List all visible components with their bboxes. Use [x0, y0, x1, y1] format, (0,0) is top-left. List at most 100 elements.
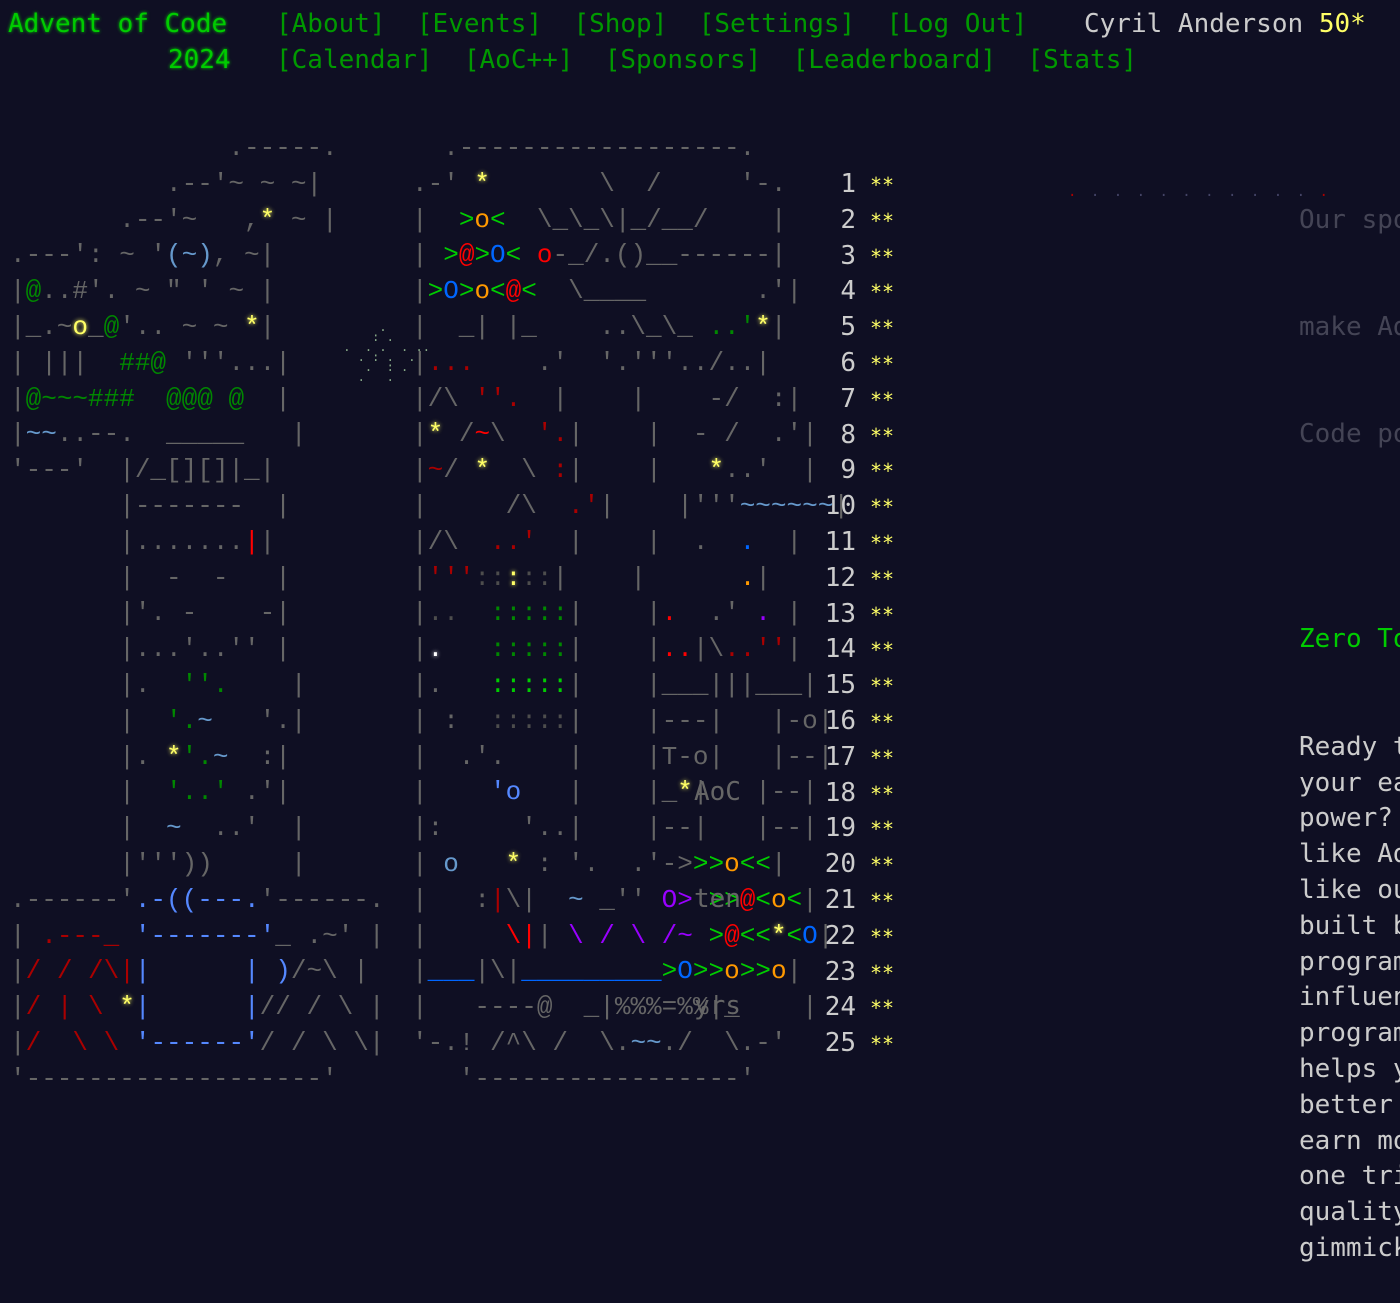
sponsor-intro-1: Our spo — [1299, 204, 1400, 235]
day-number: 3 — [840, 240, 856, 271]
day-stars: ** — [870, 459, 895, 484]
box-line-yrs: yrs — [694, 991, 741, 1022]
day-number: 16 — [824, 705, 856, 736]
sponsor-body-line: like ou — [1299, 874, 1400, 905]
day-number: 2 — [840, 204, 856, 235]
day-stars: ** — [870, 745, 895, 770]
calendar-art-zero: .------------------. .-' * \ / '-. | >o<… — [412, 133, 849, 1094]
day-stars: ** — [870, 423, 895, 448]
nav-shop-link[interactable]: [Shop] — [573, 9, 667, 39]
calendar-day-14[interactable]: 14 ** — [822, 632, 894, 668]
calendar-day-9[interactable]: 9 ** — [822, 453, 894, 489]
sponsor-body-line: earn mo — [1299, 1125, 1400, 1156]
calendar-day-21[interactable]: 21 ** — [822, 883, 894, 919]
day-number: 21 — [824, 884, 856, 915]
calendar-day-25[interactable]: 25 ** — [822, 1026, 894, 1062]
day-stars: ** — [870, 781, 895, 806]
day-number: 10 — [824, 491, 856, 522]
sponsor-body-line: like Ad — [1299, 839, 1400, 870]
day-stars: ** — [870, 316, 895, 341]
sponsor-body-line: your ea — [1299, 767, 1400, 798]
calendar-day-15[interactable]: 15 ** — [822, 668, 894, 704]
sponsor-intro-2: make Ad — [1299, 311, 1400, 342]
calendar-day-10[interactable]: 10 ** — [822, 489, 894, 525]
day-stars: ** — [870, 674, 895, 699]
day-number: 15 — [824, 670, 856, 701]
event-nav: [Calendar] [AoC++] [Sponsors] [Leaderboa… — [276, 42, 1137, 78]
day-number: 19 — [824, 813, 856, 844]
calendar-day-6[interactable]: 6 ** — [822, 346, 894, 382]
calendar-day-4[interactable]: 4 ** — [822, 274, 894, 310]
calendar-day-19[interactable]: 19 ** — [822, 811, 894, 847]
calendar-day-1[interactable]: 1 ** — [822, 167, 894, 203]
sponsor-link[interactable]: Zero To — [1299, 622, 1400, 658]
site-year[interactable]: 2024 — [168, 42, 231, 78]
day-number: 5 — [840, 312, 856, 343]
sponsor-body-line: helps y — [1299, 1053, 1400, 1084]
day-number: 4 — [840, 276, 856, 307]
nav-aocpp-link[interactable]: [AoC++] — [464, 45, 574, 75]
nav-logout-link[interactable]: [Log Out] — [887, 9, 1028, 39]
sponsor-body: Ready t your ea power? like Ad like ou built … — [1299, 730, 1400, 1267]
calendar-day-5[interactable]: 5 ** — [822, 310, 894, 346]
site-title[interactable]: Advent of Code — [8, 6, 227, 42]
day-stars: ** — [870, 924, 895, 949]
calendar-day-22[interactable]: 22 ** — [822, 919, 894, 955]
calendar-day-11[interactable]: 11 ** — [822, 525, 894, 561]
calendar-day-13[interactable]: 13 ** — [822, 597, 894, 633]
sponsor-intro-3: Code po — [1299, 419, 1400, 450]
day-number: 7 — [840, 383, 856, 414]
day-stars: ** — [870, 638, 895, 663]
sponsor-body-line: program — [1299, 1018, 1400, 1049]
site-header: Advent of Code 2024 [About] [Events] [Sh… — [0, 0, 1400, 80]
nav-sponsors-link[interactable]: [Sponsors] — [605, 45, 762, 75]
day-number: 25 — [824, 1028, 856, 1059]
day-number: 23 — [824, 956, 856, 987]
main-nav: [About] [Events] [Shop] [Settings] [Log … — [276, 6, 1027, 42]
calendar-day-23[interactable]: 23 ** — [822, 955, 894, 991]
nav-settings-link[interactable]: [Settings] — [699, 9, 856, 39]
day-number: 12 — [824, 562, 856, 593]
calendar-day-24[interactable]: 24 ** — [822, 990, 894, 1026]
calendar-days: 1 ** 2 ** 3 ** 4 ** 5 ** 6 ** 7 ** 8 ** 9 ** 10 ** 11 ** 12 ** 1… — [822, 167, 894, 1062]
calendar-day-7[interactable]: 7 ** — [822, 382, 894, 418]
day-stars: ** — [870, 709, 895, 734]
day-stars: ** — [870, 566, 895, 591]
day-stars: ** — [870, 960, 895, 985]
aoc-ten-years-box: AoC ten yrs — [694, 703, 741, 1061]
box-line-aoc: AoC — [694, 776, 741, 807]
calendar-day-2[interactable]: 2 ** — [822, 203, 894, 239]
day-stars: ** — [870, 602, 895, 627]
day-number: 9 — [840, 455, 856, 486]
day-number: 17 — [824, 741, 856, 772]
sponsor-sidebar: Our spo make Ad Code po Zero To Ready t y… — [1299, 131, 1400, 1303]
nav-leaderboard-link[interactable]: [Leaderboard] — [793, 45, 997, 75]
nav-events-link[interactable]: [Events] — [417, 9, 542, 39]
calendar-day-12[interactable]: 12 ** — [822, 561, 894, 597]
sponsor-body-line: Ready t — [1299, 731, 1400, 762]
calendar-day-16[interactable]: 16 ** — [822, 704, 894, 740]
calendar-art-one: .-----. .--'~ ~ ~| .--'~ ,* ~ | .---': ~… — [10, 133, 385, 1094]
day-stars: ** — [870, 387, 895, 412]
day-number: 22 — [824, 920, 856, 951]
nav-stats-link[interactable]: [Stats] — [1027, 45, 1137, 75]
day-stars: ** — [870, 495, 895, 520]
calendar-day-8[interactable]: 8 ** — [822, 418, 894, 454]
calendar-day-17[interactable]: 17 ** — [822, 740, 894, 776]
firework-sparkle: . : . . . . . .. . : . . . : . . . — [343, 320, 430, 384]
day-number: 1 — [840, 169, 856, 199]
day-stars: ** — [870, 208, 895, 233]
user-name: Cyril Anderson — [1084, 9, 1304, 39]
day-number: 11 — [824, 526, 856, 557]
day-stars: ** — [870, 888, 895, 913]
nav-calendar-link[interactable]: [Calendar] — [276, 45, 433, 75]
calendar-day-18[interactable]: 18 ** — [822, 776, 894, 812]
calendar-day-3[interactable]: 3 ** — [822, 239, 894, 275]
day-number: 6 — [840, 347, 856, 378]
nav-about-link[interactable]: [About] — [276, 9, 386, 39]
day-stars: ** — [870, 280, 895, 305]
day-number: 20 — [824, 849, 856, 880]
calendar-day-20[interactable]: 20 ** — [822, 847, 894, 883]
day-stars: ** — [870, 853, 895, 878]
sponsor-body-line: better — [1299, 1089, 1393, 1120]
